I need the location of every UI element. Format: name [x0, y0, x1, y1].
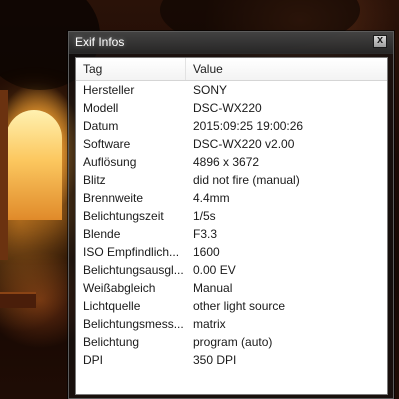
- value-cell: other light source: [193, 299, 286, 313]
- table-row[interactable]: Blitz did not fire (manual): [76, 171, 387, 189]
- tag-cell: Blende: [83, 227, 121, 241]
- value-cell: Manual: [193, 281, 233, 295]
- table-header: Tag Value: [76, 58, 387, 81]
- tag-cell: Belichtungsmess...: [83, 317, 183, 331]
- table-row[interactable]: Blende F3.3: [76, 225, 387, 243]
- table-row[interactable]: Hersteller SONY: [76, 81, 387, 99]
- value-cell: SONY: [193, 83, 228, 97]
- table-row[interactable]: Auflösung 4896 x 3672: [76, 153, 387, 171]
- tag-cell: Lichtquelle: [83, 299, 141, 313]
- tag-cell: Datum: [83, 119, 119, 133]
- window-title: Exif Infos: [75, 35, 125, 49]
- close-icon: x: [376, 34, 384, 46]
- value-cell: 4896 x 3672: [193, 155, 260, 169]
- column-header-tag[interactable]: Tag: [76, 58, 186, 80]
- value-cell: 4.4mm: [193, 191, 230, 205]
- value-cell: 1600: [193, 245, 220, 259]
- value-cell: 350 DPI: [193, 353, 237, 367]
- tag-cell: Blitz: [83, 173, 106, 187]
- value-cell: program (auto): [193, 335, 273, 349]
- value-cell: 2015:09:25 19:00:26: [193, 119, 304, 133]
- tag-cell: Hersteller: [83, 83, 135, 97]
- table-row[interactable]: Lichtquelle other light source: [76, 297, 387, 315]
- table-row[interactable]: Belichtung program (auto): [76, 333, 387, 351]
- tag-cell: Belichtungszeit: [83, 209, 164, 223]
- tag-cell: Software: [83, 137, 131, 151]
- lit-archway: [6, 110, 62, 220]
- value-cell: DSC-WX220: [193, 101, 262, 115]
- table-row[interactable]: DPI 350 DPI: [76, 351, 387, 369]
- column-header-value[interactable]: Value: [186, 58, 387, 80]
- tag-cell: Auflösung: [83, 155, 137, 169]
- value-cell: F3.3: [193, 227, 218, 241]
- table-row[interactable]: Software DSC-WX220 v2.00: [76, 135, 387, 153]
- tag-cell: Weißabgleich: [83, 281, 156, 295]
- tag-cell: Modell: [83, 101, 119, 115]
- table-row[interactable]: Modell DSC-WX220: [76, 99, 387, 117]
- exif-infos-window: Exif Infos x Tag Value Hersteller SONY Mo…: [68, 31, 394, 399]
- value-cell: 0.00 EV: [193, 263, 236, 277]
- tag-cell: ISO Empfindlich...: [83, 245, 180, 259]
- table-row[interactable]: Belichtungszeit 1/5s: [76, 207, 387, 225]
- table-row[interactable]: Weißabgleich Manual: [76, 279, 387, 297]
- value-cell: did not fire (manual): [193, 173, 300, 187]
- table-body: Hersteller SONY Modell DSC-WX220 Datum 2015…: [76, 81, 387, 369]
- value-cell: DSC-WX220 v2.00: [193, 137, 295, 151]
- table-row[interactable]: Brennweite 4.4mm: [76, 189, 387, 207]
- close-button[interactable]: x: [373, 34, 387, 48]
- tag-cell: Brennweite: [83, 191, 144, 205]
- exif-table[interactable]: Tag Value Hersteller SONY Modell DSC-WX220…: [75, 57, 388, 395]
- window-titlebar[interactable]: Exif Infos x: [69, 32, 393, 54]
- table-row[interactable]: ISO Empfindlich... 1600: [76, 243, 387, 261]
- tag-cell: Belichtung: [83, 335, 140, 349]
- table-row[interactable]: Datum 2015:09:25 19:00:26: [76, 117, 387, 135]
- value-cell: matrix: [193, 317, 226, 331]
- archway-column: [0, 90, 8, 260]
- bench: [0, 292, 36, 308]
- tag-cell: DPI: [83, 353, 104, 367]
- table-row[interactable]: Belichtungsausgl... 0.00 EV: [76, 261, 387, 279]
- table-row[interactable]: Belichtungsmess... matrix: [76, 315, 387, 333]
- value-cell: 1/5s: [193, 209, 216, 223]
- desktop-scene: Exif Infos x Tag Value Hersteller SONY Mo…: [0, 0, 399, 399]
- tag-cell: Belichtungsausgl...: [83, 263, 183, 277]
